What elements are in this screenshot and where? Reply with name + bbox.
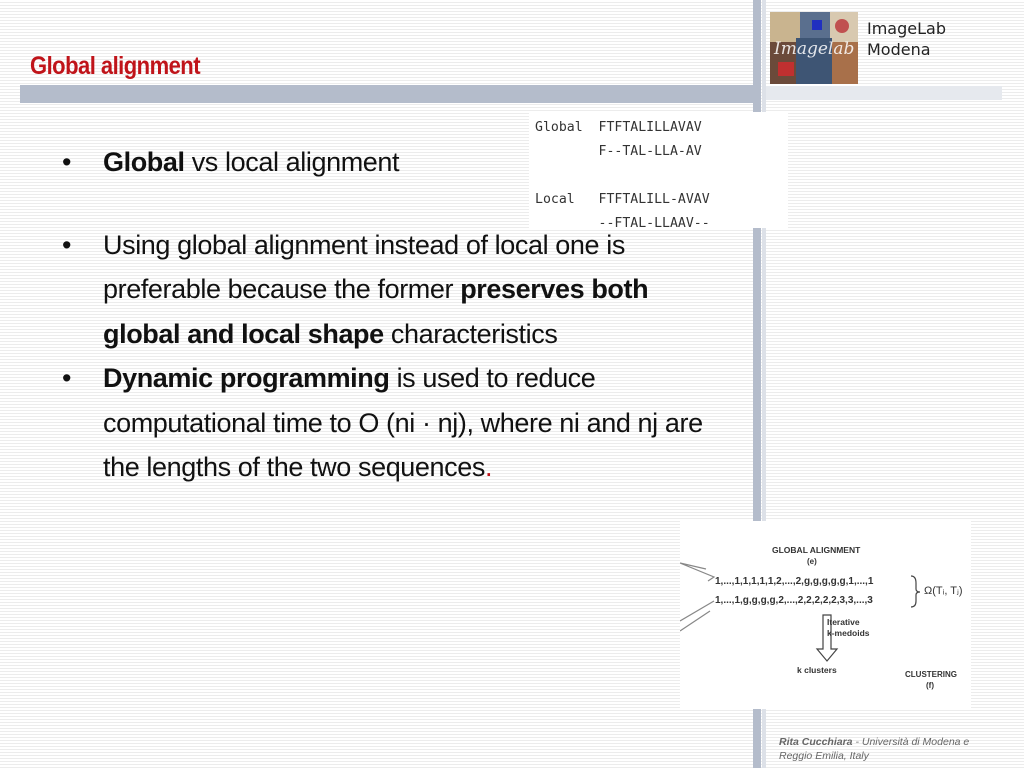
input-arrow-icon: [679, 562, 716, 582]
bullet-dot: •: [62, 147, 72, 177]
bullet-text-end: characteristics: [383, 318, 558, 349]
sequence-row-1: 1,...,1,1,1,1,1,2,...,2,g,g,g,g,g,1,...,…: [715, 576, 874, 587]
alignment-seq-global-1: FTFTALILLAVAV: [598, 120, 702, 135]
result-label: k clusters: [797, 665, 837, 675]
omega-label: Ω(Tᵢ, Tⱼ): [924, 585, 963, 597]
bullet-item: • Global vs local alignment: [62, 140, 727, 185]
bullet-item: • Dynamic programming is used to reduce c…: [62, 356, 727, 490]
bullet-bold-text: Dynamic programming: [103, 363, 390, 393]
alignment-label-global: Global: [535, 120, 583, 135]
step-label-2: k-medoids: [827, 628, 870, 638]
figure-title-tag: (e): [807, 557, 817, 566]
logo-caption-line2: Modena: [867, 40, 931, 59]
bullet-text: vs local alignment: [184, 147, 400, 177]
bullet-item: • Using global alignment instead of local…: [62, 223, 727, 357]
input-arrow-icon: [679, 600, 715, 632]
figure-title: GLOBAL ALIGNMENT: [772, 545, 861, 555]
logo-caption: ImageLab Modena: [867, 18, 946, 60]
footer-author: Rita Cucchiara: [779, 736, 853, 748]
slide-title: Global alignment: [30, 52, 201, 80]
sequence-row-2: 1,...,1,g,g,g,g,2,...,2,2,2,2,2,3,3,...,…: [715, 595, 873, 606]
footer-credit: Rita Cucchiara - Università di Modena e …: [779, 735, 989, 763]
clustering-diagram-svg: GLOBAL ALIGNMENT (e) 1,...,1,1,1,1,1,2,.…: [679, 545, 963, 690]
title-underline-band-right: [766, 86, 1002, 100]
logo-caption-line1: ImageLab: [867, 19, 946, 38]
svg-text:Imagelab: Imagelab: [773, 39, 854, 59]
bullet-end-period: .: [484, 452, 493, 482]
clustering-label: CLUSTERING: [905, 670, 957, 679]
title-underline-band: [20, 85, 755, 103]
clustering-diagram: GLOBAL ALIGNMENT (e) 1,...,1,1,1,1,1,2,.…: [679, 521, 971, 709]
bullet-dot: •: [62, 229, 72, 260]
imagelab-logo-image: Imagelab: [770, 12, 858, 84]
step-label: Iterative: [827, 617, 860, 627]
imagelab-logo: Imagelab: [770, 12, 858, 84]
bullet-list: • Global vs local alignment • Using global…: [62, 140, 727, 490]
brace-icon: [910, 575, 921, 608]
bullet-bold-text: Global: [103, 147, 185, 177]
clustering-label-tag: (f): [926, 681, 934, 690]
bullet-dot: •: [62, 363, 72, 393]
